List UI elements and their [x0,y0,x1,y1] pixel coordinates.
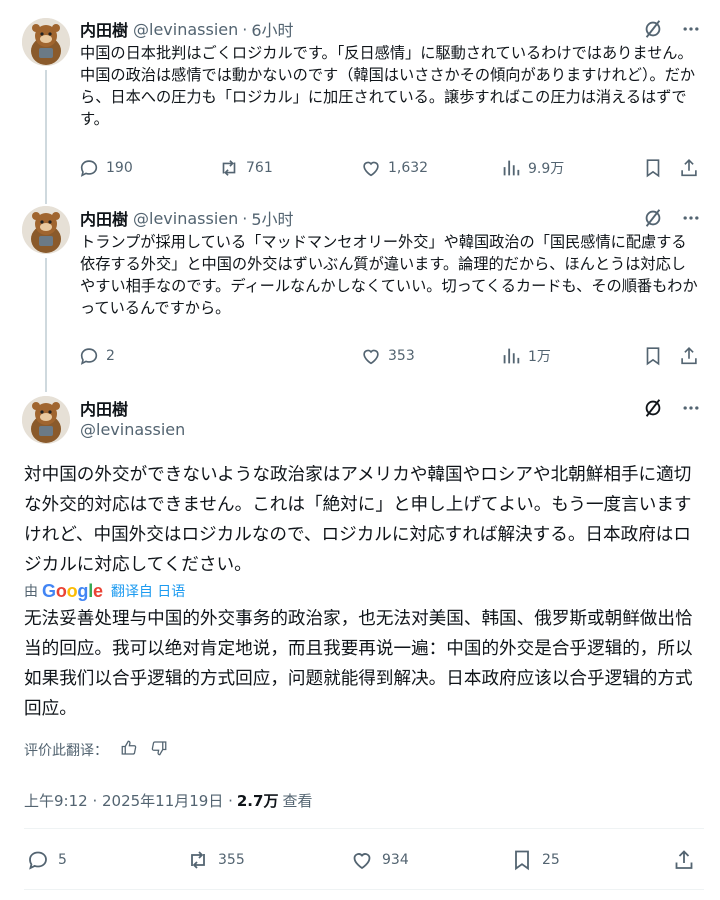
reply-count: 5 [58,852,67,868]
reply-icon [80,348,98,365]
original-text: 対中国の外交ができないような政治家はアメリカや韓国やロシアや北朝鮮相手に適切な外… [24,465,692,575]
views-label: 查看 [282,791,313,810]
tweet-text: 中国の日本批判はごくロジカルです。「反日感情」に駆動されているわけではありません… [80,44,696,128]
bookmark-icon [515,850,529,871]
rate-translation: 评价此翻译： [24,738,168,762]
translated-from-link[interactable]: 翻译自 日语 [111,581,185,601]
tweet-top-icons [640,207,704,229]
views-count: 1万 [528,349,551,365]
more-icon[interactable] [678,207,704,229]
rate-label: 评价此翻译： [24,743,108,759]
divider [24,889,704,890]
post-time[interactable]: 6小时 [251,17,293,41]
views-icon [503,160,520,176]
bookmark-button[interactable]: 25 [510,842,560,878]
google-letter: o [66,580,78,601]
reply-icon [29,851,47,870]
tweet-actions: 190 761 1,632 9.9万 [70,150,710,186]
author-handle[interactable]: @levinassien [80,420,185,439]
thumbs-up-icon[interactable] [120,739,138,761]
author-handle[interactable]: @levinassien [133,209,238,228]
bookmark-icon [646,347,660,366]
like-count: 353 [388,348,415,364]
reply-icon [80,160,98,177]
share-icon [681,159,697,177]
bookmark-count: 25 [542,852,560,868]
author-handle[interactable]: @levinassien [133,20,238,39]
views-count: 9.9万 [528,161,565,177]
grok-icon[interactable] [640,207,666,229]
tweet-header: 内田樹 @levinassien · 5小时 [80,206,294,230]
tweet-text: トランプが採用している「マッドマンセオリー外交」や韓国政治の「国民感情に配慮する… [80,233,698,317]
google-letter: g [77,580,89,601]
like-icon [363,349,379,365]
views-button[interactable]: 9.9万 [500,150,564,186]
google-letter: G [42,580,56,601]
bookmark-icon [646,159,660,178]
repost-icon [222,160,236,176]
main-actions: 5 355 934 25 [24,842,704,878]
share-button[interactable] [678,338,700,374]
translated-text: 无法妥善处理与中国的外交事务的政治家，也无法对美国、韩国、俄罗斯或朝鲜做出恰当的… [24,609,693,719]
tweet-top-icons [640,397,704,419]
like-button[interactable]: 353 [360,338,415,374]
repost-button[interactable]: 355 [186,842,245,878]
author-name[interactable]: 内田樹 [80,17,128,41]
thread-connector [45,70,47,204]
like-count: 1,632 [388,160,429,176]
share-icon [675,850,693,869]
avatar[interactable] [22,18,70,66]
like-icon [353,853,371,870]
reply-button[interactable]: 5 [26,842,67,878]
more-icon[interactable] [678,18,704,40]
grok-icon[interactable] [640,18,666,40]
views-button[interactable]: 1万 [500,338,551,374]
author-name[interactable]: 内田樹 [80,206,128,230]
author-name[interactable]: 内田樹 [80,396,128,420]
repost-count: 761 [246,160,273,176]
tweet-header: 内田樹 @levinassien · 6小时 [80,17,294,41]
google-letter: o [55,580,67,601]
thumbs-down-icon[interactable] [150,739,168,761]
repost-icon [191,851,205,869]
reply-button[interactable]: 2 [78,338,115,374]
google-letter: e [93,580,103,601]
reply-button[interactable]: 190 [78,150,133,186]
views-icon [503,348,520,364]
reply-count: 2 [106,348,115,364]
avatar[interactable] [22,396,70,444]
timestamp[interactable]: 上午9:12 · 2025年11月19日 · [24,790,233,811]
more-icon[interactable] [678,397,704,419]
share-icon [681,347,697,365]
thread-connector [45,258,47,392]
like-button[interactable]: 934 [350,842,409,878]
bookmark-button[interactable] [642,338,664,374]
share-button[interactable] [678,150,700,186]
like-count: 934 [382,852,409,868]
avatar[interactable] [22,206,70,254]
reply-count: 190 [106,160,133,176]
translated-by-prefix: 由 [24,584,38,600]
share-button[interactable] [672,842,696,878]
separator: · [242,19,248,39]
repost-count: 355 [218,852,245,868]
like-button[interactable]: 1,632 [360,150,428,186]
separator: · [242,208,248,228]
like-icon [363,161,379,177]
google-logo: Google [42,581,103,602]
views-count: 2.7万 [236,791,279,810]
repost-button[interactable]: 761 [218,150,273,186]
tweet-actions: 2 353 1万 [70,338,710,374]
post-time[interactable]: 5小时 [251,206,293,230]
tweet-top-icons [640,18,704,40]
post-meta: 上午9:12 · 2025年11月19日 · 2.7万 查看 [24,788,312,812]
grok-icon[interactable] [640,397,666,419]
divider [24,828,704,829]
translation-attribution: 由 Google 翻译自 日语 [24,579,185,603]
bookmark-button[interactable] [642,150,664,186]
